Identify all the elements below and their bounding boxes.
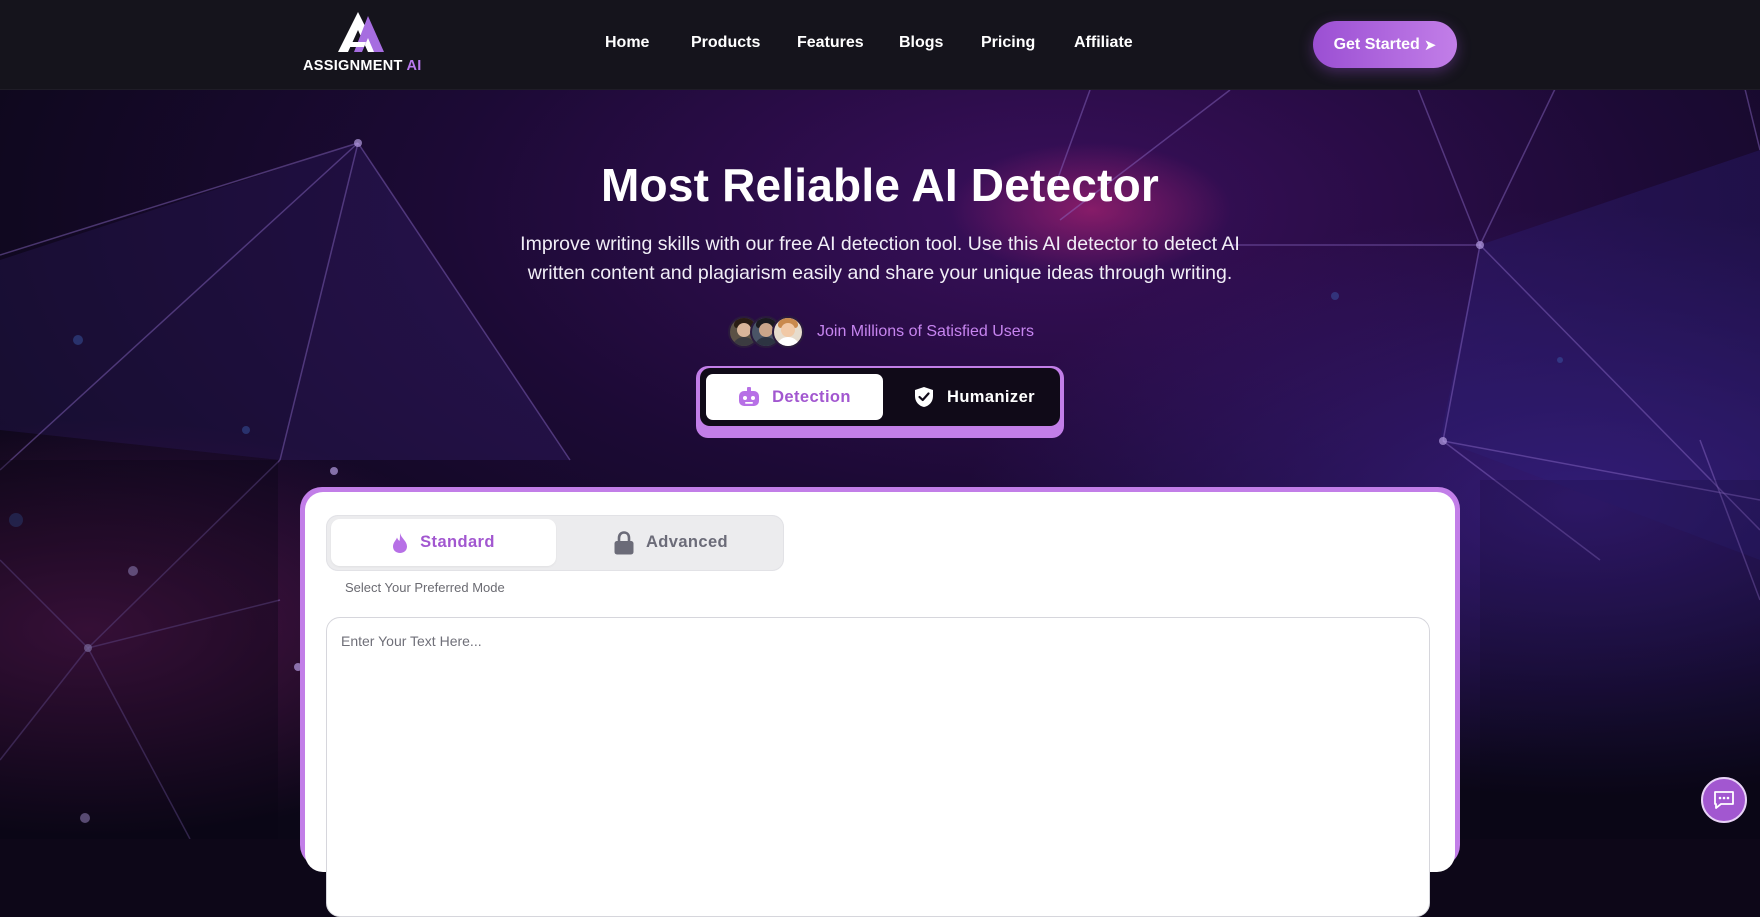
chat-icon bbox=[1714, 791, 1734, 809]
hero-subtitle-line-2: written content and plagiarism easily an… bbox=[527, 262, 1233, 284]
logo-name: ASSIGNMENT bbox=[303, 58, 403, 74]
tool-switch-track: Detection Humanizer bbox=[700, 368, 1060, 426]
mode-standard-label: Standard bbox=[420, 533, 495, 551]
nav-link-blogs[interactable]: Blogs bbox=[899, 34, 943, 52]
get-started-label: Get Started bbox=[1333, 35, 1420, 53]
logo-name-accent: AI bbox=[406, 58, 422, 74]
nav-link-pricing[interactable]: Pricing bbox=[981, 34, 1035, 52]
send-arrow-icon: ➤ bbox=[1423, 36, 1437, 54]
logo-mark-icon bbox=[338, 12, 384, 52]
lock-icon bbox=[614, 530, 634, 554]
mode-advanced-label: Advanced bbox=[645, 533, 729, 551]
detector-card: Standard Advanced Select Your Preferred … bbox=[300, 487, 1460, 917]
mode-hint-text: Select Your Preferred Mode bbox=[345, 580, 505, 595]
top-navbar: ASSIGNMENT AI Home Products Features Blo… bbox=[0, 0, 1760, 90]
get-started-button[interactable]: Get Started ➤ bbox=[1313, 21, 1457, 68]
logo-wordmark: ASSIGNMENT AI bbox=[303, 58, 421, 74]
chat-widget-button[interactable] bbox=[1701, 777, 1747, 823]
flame-icon bbox=[393, 532, 408, 553]
tab-humanizer-label: Humanizer bbox=[947, 387, 1035, 406]
detection-mode-selector: Standard Advanced bbox=[326, 515, 784, 571]
page-title: Most Reliable AI Detector bbox=[601, 159, 1159, 211]
hero-subtitle-line-1: Improve writing skills with our free AI … bbox=[520, 233, 1240, 255]
avatar bbox=[772, 316, 804, 348]
nav-link-home[interactable]: Home bbox=[605, 34, 649, 52]
nav-link-products[interactable]: Products bbox=[691, 34, 760, 52]
tool-switch: Detection Humanizer bbox=[696, 366, 1064, 438]
tab-detection-label: Detection bbox=[772, 387, 851, 406]
mode-standard-button[interactable]: Standard bbox=[331, 519, 556, 566]
hero-subtitle: Improve writing skills with our free AI … bbox=[510, 230, 1250, 288]
tab-humanizer[interactable]: Humanizer bbox=[894, 374, 1054, 420]
shield-check-icon bbox=[915, 387, 934, 407]
mode-advanced-button[interactable]: Advanced bbox=[560, 519, 782, 566]
brand-logo[interactable]: ASSIGNMENT AI bbox=[303, 12, 421, 74]
text-input[interactable] bbox=[326, 617, 1430, 917]
nav-link-affiliate[interactable]: Affiliate bbox=[1074, 34, 1133, 52]
tab-detection[interactable]: Detection bbox=[706, 374, 883, 420]
social-proof-text: Join Millions of Satisfied Users bbox=[817, 323, 1034, 340]
robot-icon bbox=[739, 387, 760, 406]
nav-link-features[interactable]: Features bbox=[797, 34, 864, 52]
detector-card-body: Standard Advanced Select Your Preferred … bbox=[305, 492, 1455, 917]
